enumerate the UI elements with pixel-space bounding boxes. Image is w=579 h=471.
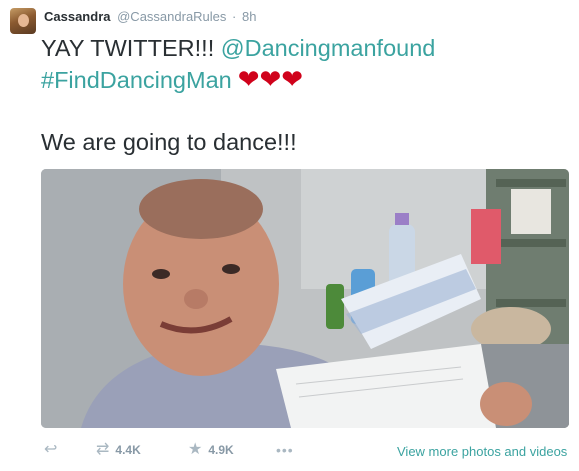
hashtag-link[interactable]: #FindDancingMan [41, 67, 232, 93]
author-avatar[interactable] [10, 8, 36, 34]
author-handle[interactable]: @CassandraRules [117, 9, 226, 24]
avatar-face [18, 14, 29, 27]
star-icon: ★ [188, 441, 203, 458]
header-separator: · [232, 9, 237, 24]
reply-icon: ↩ [44, 441, 58, 458]
favorite-count: 4.9K [208, 443, 234, 457]
tweet-timestamp[interactable]: 8h [242, 9, 256, 24]
tweet-line-1: YAY TWITTER!!! @Dancingmanfound [41, 33, 571, 64]
photo-illustration [41, 169, 569, 428]
retweet-count: 4.4K [115, 443, 141, 457]
tweet-photo[interactable] [41, 169, 569, 428]
heart-emoji-icons: ❤❤❤ [237, 64, 304, 94]
retweet-button[interactable]: ⇄ 4.4K [96, 442, 141, 458]
view-more-media-link[interactable]: View more photos and videos [397, 444, 567, 459]
tweet-header: Cassandra @CassandraRules · 8h [44, 8, 256, 25]
reply-button[interactable]: ↩ [44, 442, 57, 458]
author-name[interactable]: Cassandra [44, 9, 110, 24]
tweet-text-part: YAY TWITTER!!! [41, 35, 221, 61]
more-button[interactable]: ••• [276, 442, 294, 458]
ellipsis-icon: ••• [276, 442, 294, 458]
tweet-line-3: We are going to dance!!! [41, 129, 297, 155]
tweet-text: YAY TWITTER!!! @Dancingmanfound #FindDan… [41, 33, 571, 158]
retweet-icon: ⇄ [96, 441, 110, 458]
tweet-line-2: #FindDancingMan ❤❤❤ [41, 64, 571, 96]
favorite-button[interactable]: ★ 4.9K [188, 442, 234, 458]
mention-link[interactable]: @Dancingmanfound [221, 35, 436, 61]
